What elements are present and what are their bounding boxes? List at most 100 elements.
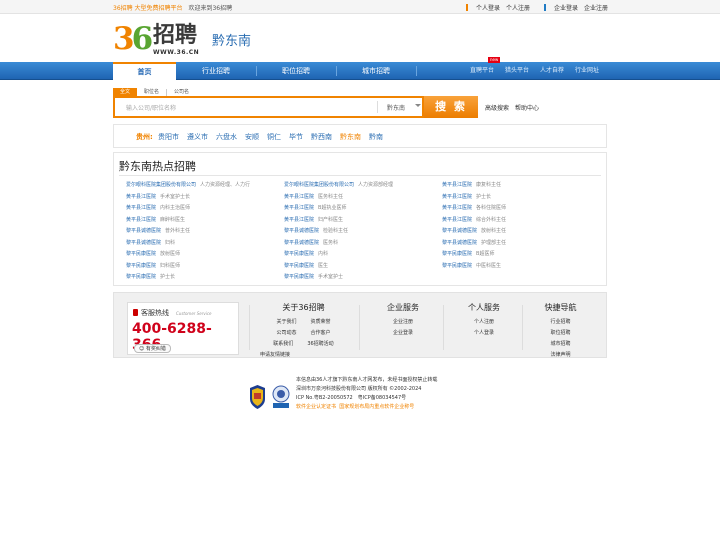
city-link[interactable]: 黔西南 [311,132,332,142]
job-link[interactable]: 护理部主任 [481,240,506,246]
help-center-link[interactable]: 帮助中心 [515,105,539,112]
quick-city-link[interactable]: 城市招聘 [528,339,593,350]
news-link[interactable]: 公司动态 [276,328,296,339]
city-link[interactable]: 铜仁 [267,132,281,142]
nav-city[interactable]: 城市招聘 [336,62,416,80]
nav-position[interactable]: 职位招聘 [256,62,336,80]
job-link[interactable]: 放射科主任 [481,228,506,234]
company-link[interactable]: 黎平县诚德医院 [126,240,161,246]
job-link[interactable]: B超医师 [476,251,494,257]
job-link[interactable]: 检验科主任 [323,228,348,234]
honor-link[interactable]: 资质荣誉 [311,317,331,328]
person-login-link[interactable]: 个人登录 [476,3,500,12]
city-link[interactable]: 黔南 [369,132,383,142]
city-link[interactable]: 黔东南 [340,132,361,142]
job-link[interactable]: 手术室护士 [318,274,343,280]
job-link[interactable]: 综合外科主任 [476,217,506,223]
search-button[interactable]: 搜 索 [424,96,478,118]
person-register-link[interactable]: 个人注册 [449,317,519,328]
person-login-link[interactable]: 个人登录 [449,328,519,339]
job-link[interactable]: 内科主治医师 [160,205,190,211]
job-link[interactable]: 医务科主任 [318,194,343,200]
job-link[interactable]: B超执业医师 [318,205,346,211]
company-link[interactable]: 黎平民康医院 [126,251,156,257]
company-link[interactable]: 黎平民康医院 [126,274,156,280]
software-cert-link[interactable]: 软件企业认定证书 [296,404,336,410]
company-link[interactable]: 黎平县诚德医院 [126,228,161,234]
company-link[interactable]: 黎平民康医院 [442,251,472,257]
company-link[interactable]: 黄平县江医院 [284,217,314,223]
advanced-search-link[interactable]: 高级搜索 [485,105,509,112]
company-login-link[interactable]: 企业登录 [554,3,578,12]
tab-company[interactable]: 公司名 [167,88,196,96]
job-link[interactable]: 人力资源部经理 [358,182,393,188]
company-link[interactable]: 黄平县江医院 [126,217,156,223]
nav-industry[interactable]: 行业招聘 [176,62,256,80]
company-link[interactable]: 黄平县江医院 [126,205,156,211]
company-link[interactable]: 黄平县江医院 [284,205,314,211]
chevron-down-icon[interactable] [415,104,421,107]
job-link[interactable]: 妇产科医生 [318,217,343,223]
company-login-link[interactable]: 企业登录 [366,328,440,339]
job-link[interactable]: 护士长 [476,194,491,200]
job-link[interactable]: 妇科医师 [160,263,180,269]
company-link[interactable]: 黄平县江医院 [442,194,472,200]
feedback-button[interactable]: ☺ 有奖纠错 [134,344,171,353]
tab-fulltext[interactable]: 全文 [113,88,138,96]
person-register-link[interactable]: 个人注册 [506,3,530,12]
company-link[interactable]: 黄平县江医院 [442,182,472,188]
company-link[interactable]: 黎平民康医院 [126,263,156,269]
tab-position[interactable]: 职位名 [137,88,166,96]
company-link[interactable]: 黎平民康医院 [442,263,472,269]
key-enterprise-link[interactable]: 国家规划布局内重点软件企业称号 [339,404,414,410]
city-link[interactable]: 遵义市 [187,132,208,142]
job-link[interactable]: 放射医师 [160,251,180,257]
company-link[interactable]: 黄平县江医院 [126,194,156,200]
brand-slogan[interactable]: 36招聘 大型免费招聘平台 [113,5,183,12]
city-link[interactable]: 毕节 [289,132,303,142]
job-link[interactable]: 医生 [318,263,328,269]
company-link[interactable]: 黎平县诚德医院 [442,240,477,246]
job-link[interactable]: 各科住院医师 [476,205,506,211]
company-link[interactable]: 黄平县江医院 [284,194,314,200]
job-link[interactable]: 手术室护士长 [160,194,190,200]
job-link[interactable]: 医务科 [323,240,338,246]
company-link[interactable]: 黄平县江医院 [442,217,472,223]
company-link[interactable]: 爱尔眼科医院集团股份有限公司 [284,182,354,188]
job-link[interactable]: 护士长 [160,274,175,280]
job-link[interactable]: 中医科医生 [476,263,501,269]
nav-home[interactable]: 首页 [113,62,176,80]
quick-industry-link[interactable]: 行业招聘 [528,317,593,328]
events-link[interactable]: 36招聘活动 [307,339,333,350]
company-register-link[interactable]: 企业注册 [584,3,608,12]
job-link[interactable]: 康复科主任 [476,182,501,188]
city-link[interactable]: 贵阳市 [158,132,179,142]
site-logo[interactable]: 36 招聘 WWW.36.CN [113,22,208,56]
job-link[interactable]: 麻醉科医生 [160,217,185,223]
quick-position-link[interactable]: 职位招聘 [528,328,593,339]
clients-link[interactable]: 合作客户 [311,328,331,339]
company-link[interactable]: 黎平民康医院 [284,263,314,269]
about-us-link[interactable]: 关于我们 [276,317,296,328]
company-link[interactable]: 黎平民康医院 [284,251,314,257]
job-link[interactable]: 内科 [318,251,328,257]
company-link[interactable]: 黄平县江医院 [442,205,472,211]
nav-direct[interactable]: 直聘平台 [470,62,494,80]
job-link[interactable]: 人力资源经理、人力行 [200,182,250,188]
nav-headhunter[interactable]: 猎头平台 [505,62,529,80]
city-link[interactable]: 六盘水 [216,132,237,142]
company-link[interactable]: 黎平民康医院 [284,274,314,280]
nav-selfrec[interactable]: 人才自荐 [540,62,564,80]
contact-link[interactable]: 联系我们 [273,339,293,350]
search-input[interactable]: 输入公司/职位名称 黔东南 [113,96,424,118]
job-link[interactable]: 妇科 [165,240,175,246]
city-select[interactable]: 黔东南 [387,103,405,112]
company-link[interactable]: 黎平县诚德医院 [284,228,319,234]
company-link[interactable]: 爱尔眼科医院集团股份有限公司 [126,182,196,188]
nav-industry-url[interactable]: 行业网址 [575,62,599,80]
job-link[interactable]: 普外科主任 [165,228,190,234]
friend-link[interactable]: 申请友情链接 [256,350,351,361]
company-register-link[interactable]: 企业注册 [366,317,440,328]
company-link[interactable]: 黎平县诚德医院 [284,240,319,246]
company-link[interactable]: 黎平县诚德医院 [442,228,477,234]
